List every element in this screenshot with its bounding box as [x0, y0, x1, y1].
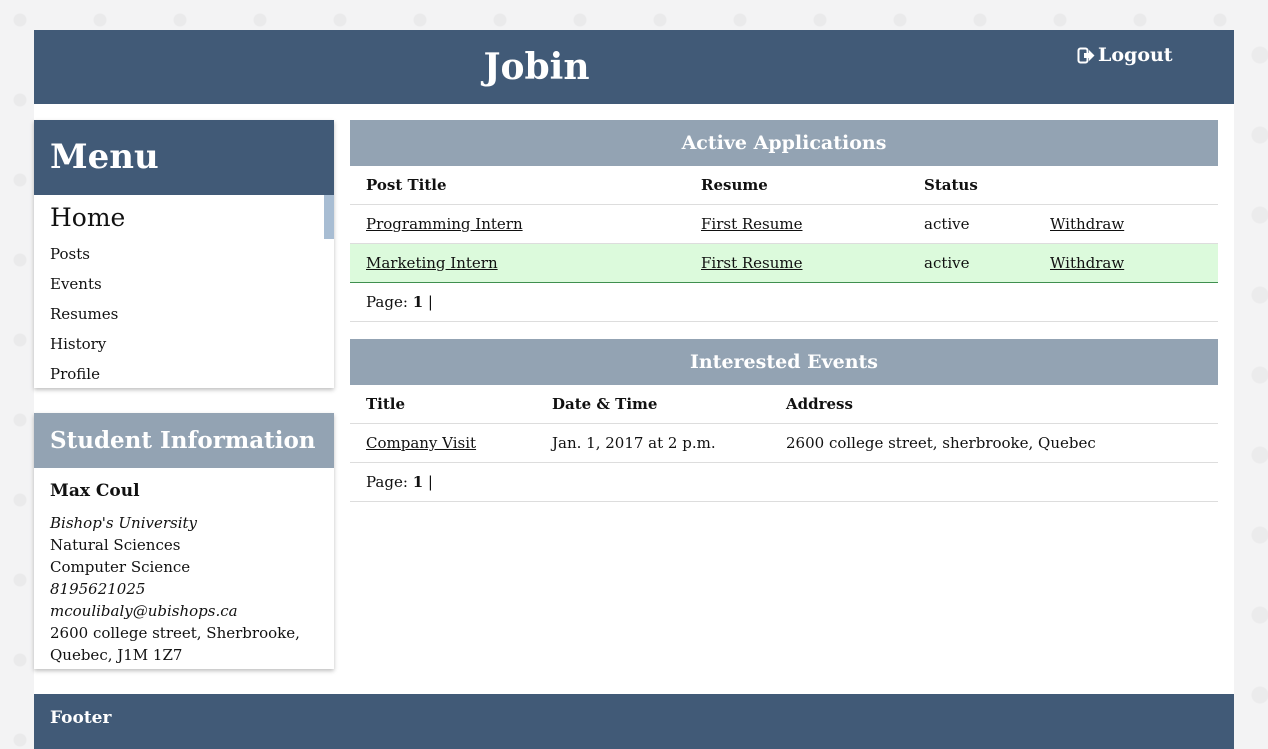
applications-table: Post Title Resume Status Programming Int…	[350, 166, 1218, 283]
menu-item-events[interactable]: Events	[34, 269, 334, 299]
post-link[interactable]: Marketing Intern	[366, 254, 498, 272]
cell-post: Marketing Intern	[350, 243, 685, 283]
withdraw-link[interactable]: Withdraw	[1050, 254, 1124, 272]
pager-page-number[interactable]: 1	[413, 293, 423, 311]
column-header-address: Address	[770, 385, 1218, 424]
student-info-title: Student Information	[34, 413, 334, 468]
menu-list: Home Posts Events Resumes History Profil…	[34, 195, 334, 388]
menu-item-posts[interactable]: Posts	[34, 239, 334, 269]
column-header-action	[1034, 166, 1218, 205]
status-text: active	[908, 243, 1034, 283]
column-header-post-title: Post Title	[350, 166, 685, 205]
cell-resume: First Resume	[685, 204, 908, 244]
student-program: Computer Science	[50, 558, 191, 576]
menu-title: Menu	[34, 120, 334, 195]
table-row: Company Visit Jan. 1, 2017 at 2 p.m. 260…	[350, 423, 1218, 463]
table-row: Marketing Intern First Resume active Wit…	[350, 243, 1218, 283]
page-container: Jobin Logout Menu Home Posts Events Resu…	[34, 30, 1234, 749]
menu-scrollbar[interactable]	[324, 195, 334, 239]
student-university: Bishop's University	[50, 514, 198, 532]
student-info-panel: Student Information Max Coul Bishop's Un…	[34, 413, 334, 669]
resume-link[interactable]: First Resume	[701, 254, 803, 272]
column-header-date-time: Date & Time	[536, 385, 770, 424]
table-row: Programming Intern First Resume active W…	[350, 204, 1218, 244]
cell-action: Withdraw	[1034, 243, 1218, 283]
applications-pager: Page: 1 |	[350, 283, 1218, 322]
pager-page-number[interactable]: 1	[413, 473, 423, 491]
menu-panel: Menu Home Posts Events Resumes History P…	[34, 120, 334, 388]
event-link[interactable]: Company Visit	[366, 434, 476, 452]
cell-title: Company Visit	[350, 423, 536, 463]
event-datetime: Jan. 1, 2017 at 2 p.m.	[536, 423, 770, 463]
pager-label: Page:	[366, 473, 408, 491]
student-name: Max Coul	[50, 481, 140, 501]
student-address-line2: Quebec, J1M 1Z7	[50, 646, 183, 664]
event-address: 2600 college street, sherbrooke, Quebec	[770, 423, 1218, 463]
student-email: mcoulibaly@ubishops.ca	[50, 602, 238, 620]
student-faculty: Natural Sciences	[50, 536, 181, 554]
cell-action: Withdraw	[1034, 204, 1218, 244]
menu-item-history[interactable]: History	[34, 329, 334, 359]
footer-label: Footer	[50, 708, 112, 728]
logout-button[interactable]: Logout	[1077, 44, 1173, 66]
site-title: Jobin	[483, 46, 590, 88]
withdraw-link[interactable]: Withdraw	[1050, 215, 1124, 233]
logout-icon	[1077, 47, 1096, 64]
resume-link[interactable]: First Resume	[701, 215, 803, 233]
student-address-line1: 2600 college street, Sherbrooke,	[50, 624, 300, 642]
pager-separator: |	[427, 293, 433, 311]
events-table: Title Date & Time Address Company Visit …	[350, 385, 1218, 463]
status-text: active	[908, 204, 1034, 244]
cell-resume: First Resume	[685, 243, 908, 283]
site-footer: Footer	[34, 694, 1234, 749]
column-header-title: Title	[350, 385, 536, 424]
logout-label: Logout	[1098, 44, 1173, 66]
site-header: Jobin Logout	[34, 30, 1234, 104]
cell-post: Programming Intern	[350, 204, 685, 244]
interested-events-title: Interested Events	[350, 339, 1218, 385]
pager-label: Page:	[366, 293, 408, 311]
table-header-row: Post Title Resume Status	[350, 166, 1218, 205]
events-pager: Page: 1 |	[350, 463, 1218, 502]
menu-item-resumes[interactable]: Resumes	[34, 299, 334, 329]
menu-item-home[interactable]: Home	[34, 195, 334, 239]
menu-item-profile[interactable]: Profile	[34, 359, 334, 389]
table-header-row: Title Date & Time Address	[350, 385, 1218, 424]
post-link[interactable]: Programming Intern	[366, 215, 523, 233]
column-header-status: Status	[908, 166, 1034, 205]
column-header-resume: Resume	[685, 166, 908, 205]
active-applications-panel: Active Applications Post Title Resume St…	[350, 120, 1218, 322]
student-phone: 8195621025	[50, 580, 146, 598]
interested-events-panel: Interested Events Title Date & Time Addr…	[350, 339, 1218, 502]
pager-separator: |	[427, 473, 433, 491]
active-applications-title: Active Applications	[350, 120, 1218, 166]
student-info-body: Max Coul Bishop's University Natural Sci…	[34, 468, 334, 666]
